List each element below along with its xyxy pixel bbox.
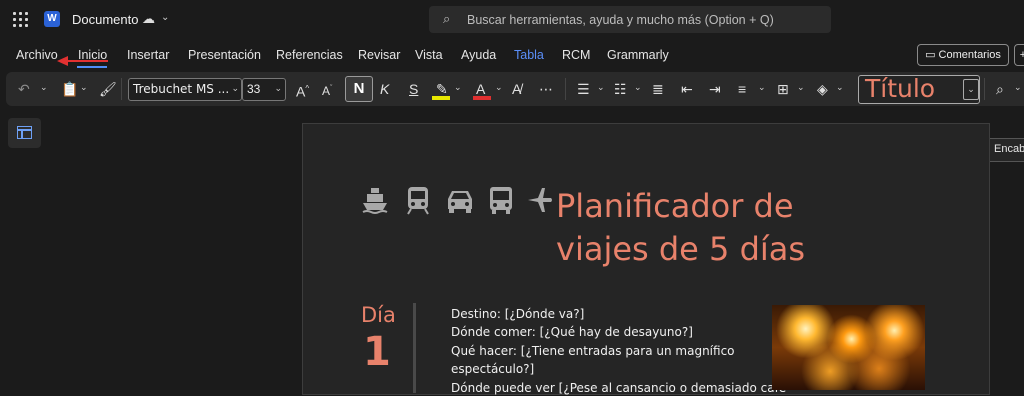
day-divider [413,303,416,393]
document-title-line-1[interactable]: Planificador de [556,187,794,225]
font-name-value: Trebuchet MS ... [133,82,230,96]
search-icon: ⌕ [443,11,451,26]
chevron-down-icon[interactable]: ⌄ [161,12,169,23]
bold-button[interactable]: N [345,76,373,102]
borders-icon[interactable]: ⊞ [777,80,789,98]
comments-label: Comentarios [938,49,1001,61]
body-line-espectaculo[interactable]: espectáculo?] [451,361,534,377]
body-line-destino[interactable]: Destino: [¿Dónde va?] [451,306,584,322]
airplane-icon [528,188,552,212]
menu-revisar[interactable]: Revisar [358,48,400,62]
align-chevron-icon[interactable]: ⌄ [758,82,766,93]
numbering-icon[interactable]: ☷ [614,80,627,98]
menu-tabla[interactable]: Tabla [514,48,544,62]
menu-referencias[interactable]: Referencias [276,48,343,62]
ribbon-separator [984,78,985,100]
header-panel[interactable]: Encab [986,138,1024,162]
shading-icon[interactable]: ◈ [817,80,828,98]
menu-grammarly[interactable]: Grammarly [607,48,669,62]
comments-button[interactable]: ▭ Comentarios [917,44,1009,66]
clear-format-icon[interactable]: A̸ [512,80,521,98]
paste-icon[interactable]: 📋 [61,80,78,98]
highlight-chevron-icon[interactable]: ⌄ [454,82,462,93]
highlight-color-swatch [432,96,450,100]
annotation-arrow [68,60,108,62]
chevron-down-icon[interactable]: ⌄ [963,79,979,100]
bus-icon [490,187,512,214]
navigation-pane-button[interactable] [8,118,41,148]
search-box[interactable]: ⌕ Buscar herramientas, ayuda y mucho más… [429,6,831,33]
ship-icon [362,188,388,214]
grow-font-icon[interactable]: A^ [296,80,309,101]
train-icon [407,187,429,215]
document-name[interactable]: Documento [72,12,138,27]
align-icon[interactable]: ≡ [738,80,746,98]
font-size-select[interactable]: 33 ⌄ [242,78,286,101]
annotation-arrow-head [57,56,68,66]
find-chevron-icon[interactable]: ⌄ [1014,82,1022,93]
shading-chevron-icon[interactable]: ⌄ [836,82,844,93]
font-size-value: 33 [247,82,261,96]
font-name-select[interactable]: Trebuchet MS ... ⌄ [128,78,242,101]
body-line-ver[interactable]: Dónde puede ver [¿Pese al cansancio o de… [451,380,786,396]
chevron-down-icon: ⌄ [231,83,239,93]
find-icon[interactable]: ⌕ [996,80,1004,98]
car-icon [448,191,472,213]
menu-presentacion[interactable]: Presentación [188,48,261,62]
menu-vista[interactable]: Vista [415,48,443,62]
increase-indent-icon[interactable]: ⇥ [709,80,721,98]
ribbon-separator [121,78,122,100]
day-label[interactable]: Día [361,303,396,327]
chevron-down-icon: ⌄ [274,83,282,93]
shrink-font-icon[interactable]: Aˇ [322,80,332,100]
style-name: Título [865,74,936,103]
header-panel-label: Encab [994,143,1024,155]
app-launcher-icon[interactable] [13,12,28,27]
menu-archivo[interactable]: Archivo [16,48,58,62]
undo-icon[interactable]: ↶ [18,80,30,98]
bullets-chevron-icon[interactable]: ⌄ [597,82,605,93]
menu-insertar[interactable]: Insertar [127,48,169,62]
search-placeholder: Buscar herramientas, ayuda y mucho más (… [467,13,774,27]
paste-chevron-icon[interactable]: ⌄ [80,82,88,93]
body-line-hacer[interactable]: Qué hacer: [¿Tiene entradas para un magn… [451,343,735,359]
italic-button[interactable]: K [380,80,389,98]
comment-icon: ▭ [925,49,936,61]
multilevel-list-icon[interactable]: ≣ [652,80,664,98]
numbering-chevron-icon[interactable]: ⌄ [634,82,642,93]
font-color-chevron-icon[interactable]: ⌄ [495,82,503,93]
underline-button[interactable]: S [409,80,418,98]
borders-chevron-icon[interactable]: ⌄ [797,82,805,93]
menu-rcm[interactable]: RCM [562,48,590,62]
concert-photo[interactable] [772,305,925,390]
more-options-icon[interactable]: ⋯ [539,80,553,98]
document-title-line-2[interactable]: viajes de 5 días [556,230,805,268]
font-color-swatch [473,96,491,100]
bullets-icon[interactable]: ☰ [577,80,590,98]
style-gallery[interactable]: Título ⌄ [858,75,980,104]
undo-chevron-icon[interactable]: ⌄ [40,82,48,93]
more-button[interactable]: + [1014,44,1024,66]
ribbon-separator [565,78,566,100]
menu-ayuda[interactable]: Ayuda [461,48,496,62]
decrease-indent-icon[interactable]: ⇤ [681,80,693,98]
active-tab-indicator [77,66,107,68]
day-number[interactable]: 1 [363,329,391,375]
word-icon: W [44,11,60,27]
cloud-saved-icon: ☁ [142,11,155,26]
format-painter-icon[interactable]: 🖌 [99,80,117,98]
body-line-comer[interactable]: Dónde comer: [¿Qué hay de desayuno?] [451,324,693,340]
navigation-pane-icon [17,126,32,139]
